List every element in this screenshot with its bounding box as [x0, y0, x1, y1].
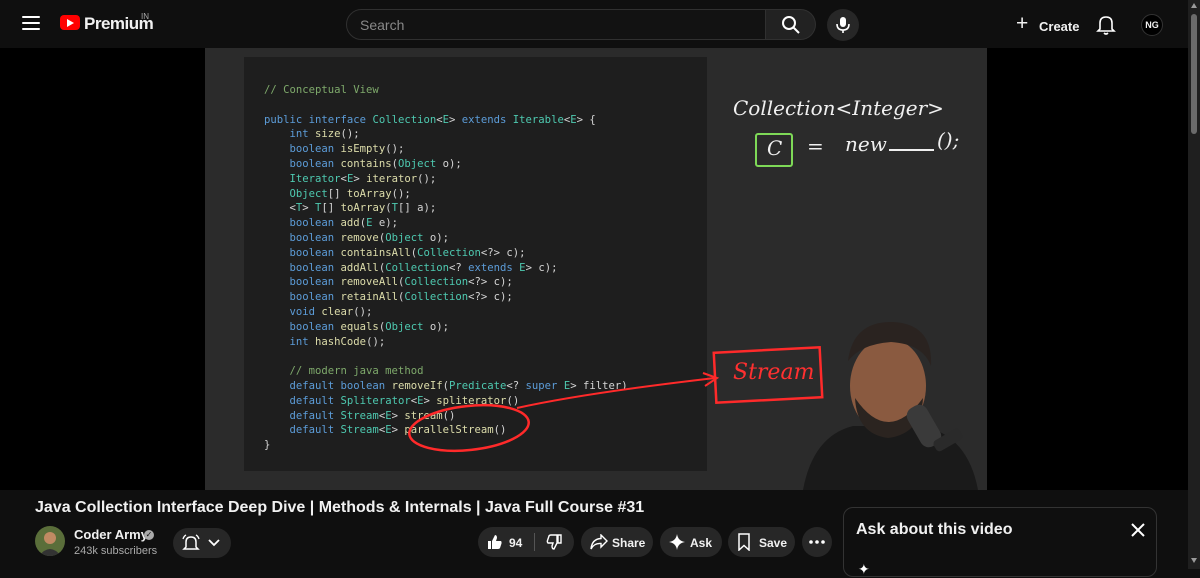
menu-icon[interactable] [22, 16, 40, 30]
notifications-bell-icon[interactable] [1096, 14, 1118, 36]
panel-sparkle-icon: ✦ [858, 561, 870, 577]
video-player[interactable]: // Conceptual View public interface Coll… [0, 48, 1188, 490]
page-scrollbar[interactable] [1188, 0, 1200, 569]
verified-check-icon: ✓ [144, 530, 154, 540]
video-frame: // Conceptual View public interface Coll… [205, 48, 987, 490]
share-label: Share [612, 536, 646, 550]
save-button[interactable]: Save [728, 527, 795, 557]
masthead: Premium IN Search + Create NG [0, 0, 1188, 50]
bookmark-icon [738, 533, 750, 551]
save-label: Save [759, 536, 788, 550]
chevron-down-icon [208, 539, 220, 547]
search-button[interactable] [766, 9, 816, 40]
plus-icon: + [1016, 12, 1029, 35]
search-placeholder: Search [360, 17, 405, 33]
close-icon[interactable] [1130, 522, 1146, 538]
subscriber-count: 243k subscribers [74, 545, 158, 557]
channel-avatar[interactable] [35, 526, 65, 556]
video-title: Java Collection Interface Deep Dive | Me… [35, 499, 645, 516]
scroll-up-arrow-icon[interactable] [1191, 3, 1197, 8]
search-icon [782, 16, 800, 34]
presenter-webcam [783, 316, 987, 490]
scroll-down-arrow-icon[interactable] [1191, 558, 1197, 563]
youtube-logo-icon[interactable] [60, 15, 80, 30]
bell-ring-icon [182, 534, 200, 550]
thumbs-up-icon [488, 535, 502, 549]
share-button[interactable]: Share [581, 527, 653, 557]
account-avatar[interactable]: NG [1141, 14, 1163, 36]
more-actions-button[interactable] [802, 527, 832, 557]
like-button[interactable]: 94 [478, 527, 532, 557]
ask-label: Ask [690, 536, 713, 550]
panel-title: Ask about this video [856, 521, 1013, 538]
search-input[interactable]: Search [346, 9, 766, 40]
channel-name[interactable]: Coder Army [74, 527, 148, 542]
more-horizontal-icon [809, 540, 825, 544]
ask-about-video-panel: Ask about this video ✦ [843, 507, 1157, 577]
share-arrow-icon [590, 534, 608, 550]
like-dislike-group: 94 [478, 527, 574, 557]
create-label: Create [1039, 19, 1080, 34]
ask-button[interactable]: Ask [660, 527, 722, 557]
country-code: IN [141, 12, 149, 21]
dislike-button[interactable] [535, 527, 574, 557]
thumbs-down-icon [546, 534, 562, 550]
sparkle-icon [669, 534, 685, 550]
scrollbar-thumb[interactable] [1191, 14, 1197, 134]
like-count: 94 [509, 536, 523, 550]
notification-bell-button[interactable] [173, 528, 231, 558]
microphone-icon [836, 17, 850, 33]
voice-search-button[interactable] [827, 9, 859, 41]
create-button[interactable]: + Create [1008, 10, 1084, 40]
